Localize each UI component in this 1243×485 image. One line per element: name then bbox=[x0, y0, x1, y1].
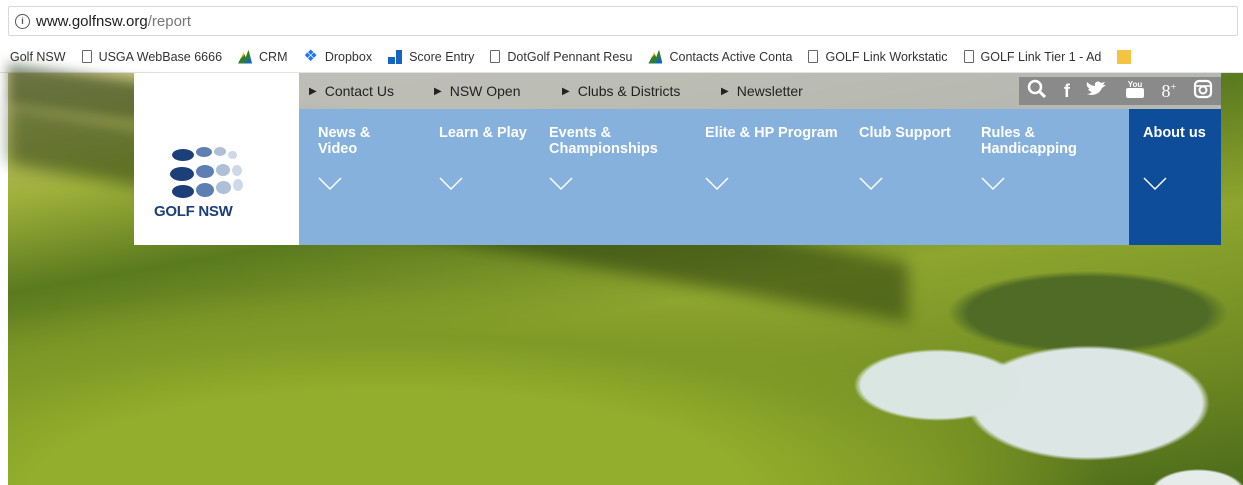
nav-label: Learn & Play bbox=[439, 125, 527, 141]
bookmark-label: Score Entry bbox=[409, 49, 475, 64]
nav-about-us[interactable]: About us bbox=[1143, 125, 1206, 191]
top-link-newsletter[interactable]: ▶ Newsletter bbox=[721, 83, 803, 99]
nav-elite-hp-program[interactable]: Elite & HP Program bbox=[705, 125, 838, 191]
nav-label: Club Support bbox=[859, 125, 951, 141]
top-link-nsw-open[interactable]: ▶ NSW Open bbox=[434, 83, 521, 99]
bookmark-label: GOLF Link Workstatic bbox=[825, 49, 948, 64]
triangle-right-icon: ▶ bbox=[309, 85, 317, 97]
url-host: www.golfnsw.org bbox=[36, 12, 148, 30]
search-icon[interactable] bbox=[1027, 79, 1047, 104]
bookmark-label: Dropbox bbox=[324, 49, 373, 64]
bookmark-label: GOLF Link Tier 1 - Ad bbox=[980, 49, 1102, 64]
nav-rules-handicapping[interactable]: Rules & Handicapping bbox=[981, 125, 1077, 191]
nav-club-support[interactable]: Club Support bbox=[859, 125, 951, 191]
google-plus-icon[interactable]: 8+ bbox=[1161, 81, 1176, 102]
top-link-label: NSW Open bbox=[449, 83, 521, 99]
address-bar: i www.golfnsw.org/report bbox=[0, 0, 1243, 41]
top-links-bar: ▶ Contact Us ▶ NSW Open ▶ Clubs & Distri… bbox=[299, 73, 1221, 109]
bookmark-dropbox[interactable]: ❖ Dropbox bbox=[303, 47, 373, 65]
nav-news-video[interactable]: News & Video bbox=[318, 125, 371, 191]
bookmark-label: USGA WebBase 6666 bbox=[98, 49, 223, 64]
dropbox-icon: ❖ bbox=[303, 47, 318, 65]
main-nav: News & Video Learn & Play Events & Champ… bbox=[299, 109, 1221, 245]
nav-label: News & bbox=[318, 125, 371, 141]
site-header: GOLF NSW ▶ Contact Us ▶ NSW Open ▶ Clubs… bbox=[134, 73, 1221, 245]
nav-about-us-panel: About us bbox=[1129, 109, 1221, 245]
chevron-down-icon bbox=[439, 177, 463, 191]
nav-label: Rules & bbox=[981, 125, 1035, 141]
logo-text: GOLF NSW bbox=[154, 203, 233, 220]
chevron-down-icon bbox=[705, 177, 729, 191]
top-link-label: Newsletter bbox=[736, 83, 803, 99]
nav-label: Events & bbox=[549, 125, 612, 141]
page-icon bbox=[490, 50, 501, 63]
twitter-icon[interactable] bbox=[1086, 80, 1108, 103]
info-icon[interactable]: i bbox=[15, 13, 30, 29]
nav-label: Handicapping bbox=[981, 141, 1077, 157]
bookmarks-bar: Golf NSW USGA WebBase 6666 CRM ❖ Dropbox… bbox=[0, 41, 1243, 73]
bookmark-folder[interactable] bbox=[1117, 49, 1138, 64]
page-icon bbox=[808, 50, 819, 63]
bookmark-golf-link-tier1[interactable]: GOLF Link Tier 1 - Ad bbox=[963, 49, 1102, 64]
top-link-label: Clubs & Districts bbox=[577, 83, 681, 99]
nav-label: Championships bbox=[549, 141, 658, 157]
page-icon bbox=[81, 50, 92, 63]
svg-text:You: You bbox=[1128, 80, 1143, 89]
triangle-right-icon: ▶ bbox=[721, 85, 729, 97]
url-field[interactable]: i www.golfnsw.org/report bbox=[8, 6, 1238, 36]
bookmark-usga-webbase[interactable]: USGA WebBase 6666 bbox=[81, 49, 223, 64]
chevron-down-icon bbox=[859, 177, 883, 191]
bookmark-dotgolf-pennant[interactable]: DotGolf Pennant Resu bbox=[490, 50, 632, 64]
nav-label: Elite & HP Program bbox=[705, 125, 838, 141]
nav-label: Video bbox=[318, 141, 358, 157]
bookmark-golf-link-workstation[interactable]: GOLF Link Workstatic bbox=[808, 49, 948, 64]
chevron-down-icon bbox=[549, 177, 573, 191]
nav-label: About us bbox=[1143, 125, 1206, 141]
bookmark-golf-nsw[interactable]: Golf NSW bbox=[10, 50, 66, 64]
bookmark-contacts-active[interactable]: Contacts Active Conta bbox=[648, 49, 793, 64]
triangle-right-icon: ▶ bbox=[562, 85, 570, 97]
url-path: /report bbox=[147, 12, 192, 30]
triangle-right-icon: ▶ bbox=[434, 85, 442, 97]
instagram-icon[interactable] bbox=[1193, 79, 1213, 104]
bookmark-label: DotGolf Pennant Resu bbox=[507, 49, 633, 64]
top-link-contact-us[interactable]: ▶ Contact Us bbox=[309, 83, 394, 99]
nav-learn-play[interactable]: Learn & Play bbox=[439, 125, 527, 191]
bookmark-crm[interactable]: CRM bbox=[238, 49, 288, 64]
top-link-label: Contact Us bbox=[324, 83, 394, 99]
bookmark-label: Contacts Active Conta bbox=[669, 49, 793, 64]
chevron-down-icon bbox=[1143, 177, 1167, 191]
facebook-icon[interactable]: f bbox=[1064, 81, 1070, 102]
crm-icon bbox=[648, 49, 663, 64]
bookmark-label: CRM bbox=[259, 49, 288, 64]
youtube-icon[interactable]: You bbox=[1125, 79, 1145, 104]
crm-icon bbox=[238, 49, 253, 64]
page-icon bbox=[963, 50, 974, 63]
top-link-clubs-districts[interactable]: ▶ Clubs & Districts bbox=[562, 83, 680, 99]
chevron-down-icon bbox=[318, 177, 342, 191]
golf-nsw-logo[interactable]: GOLF NSW bbox=[134, 73, 299, 245]
chevron-down-icon bbox=[981, 177, 1005, 191]
bookmark-score-entry[interactable]: Score Entry bbox=[388, 49, 475, 64]
nav-events-championships[interactable]: Events & Championships bbox=[549, 125, 658, 191]
bookmark-label: Golf NSW bbox=[10, 49, 66, 64]
social-icons: f You 8+ bbox=[1019, 77, 1221, 105]
folder-icon bbox=[1117, 49, 1132, 64]
score-entry-icon bbox=[388, 49, 403, 64]
